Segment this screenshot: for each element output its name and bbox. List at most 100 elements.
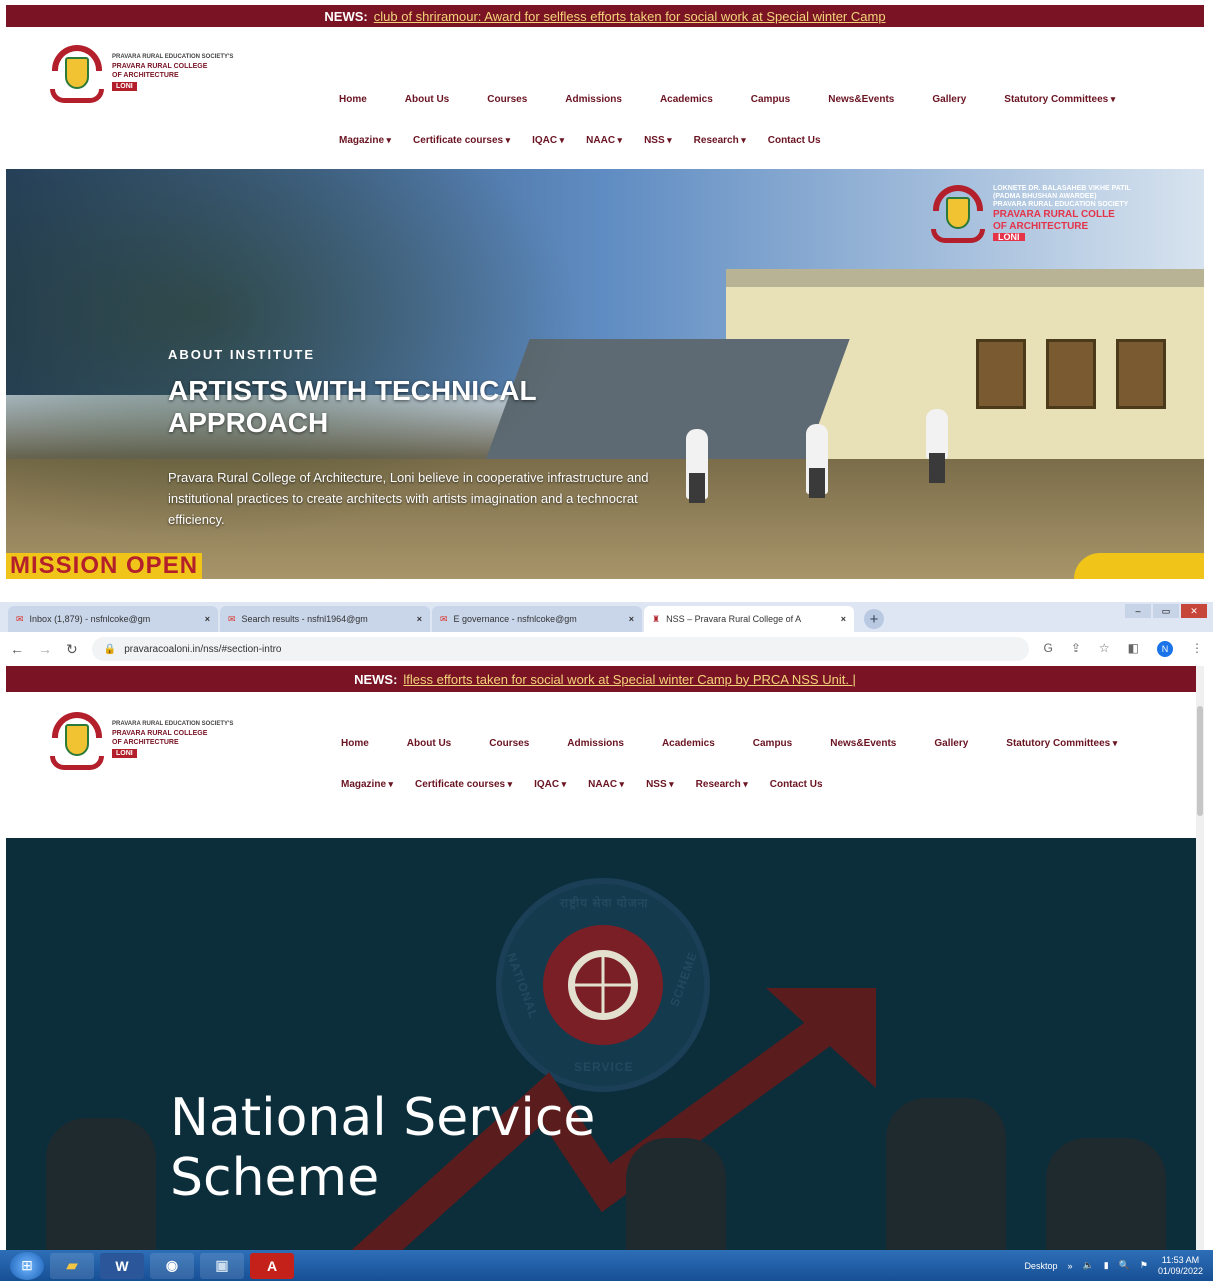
college-emblem-icon <box>931 185 985 247</box>
nav-admissions[interactable]: Admissions <box>565 94 622 105</box>
nav-news-events[interactable]: News&Events <box>830 738 896 749</box>
google-icon[interactable]: G <box>1043 641 1052 657</box>
tab-gmail-search[interactable]: ✉ Search results - nsfnl1964@gm × <box>220 606 430 632</box>
news-link[interactable]: lfless efforts taken for social work at … <box>403 672 856 687</box>
search-tray-icon[interactable]: 🔍 <box>1119 1260 1130 1271</box>
nav-naac[interactable]: NAAC <box>586 135 622 146</box>
nav-home[interactable]: Home <box>341 738 369 749</box>
nav-statutory[interactable]: Statutory Committees <box>1004 94 1115 105</box>
file-explorer-icon[interactable]: ▰ <box>50 1252 94 1279</box>
system-tray: Desktop » 🔈 ▮ 🔍 ⚑ 11:53 AM 01/09/2022 <box>1024 1255 1213 1277</box>
nav-gallery[interactable]: Gallery <box>934 738 968 749</box>
nav-news-events[interactable]: News&Events <box>828 94 894 105</box>
close-tab-icon[interactable]: × <box>841 614 846 624</box>
sidepanel-icon[interactable]: ◧ <box>1128 641 1139 657</box>
tab-nss-active[interactable]: ♜ NSS – Pravara Rural College of A × <box>644 606 854 632</box>
close-tab-icon[interactable]: × <box>629 614 634 624</box>
college-logo[interactable]: PRAVARA RURAL EDUCATION SOCIETY'S PRAVAR… <box>50 45 233 107</box>
news-link[interactable]: club of shriramour: Award for selfless e… <box>374 9 886 24</box>
nav-home[interactable]: Home <box>339 94 367 105</box>
nav-row-2: Magazine Certificate courses IQAC NAAC N… <box>339 135 859 146</box>
nav-campus[interactable]: Campus <box>753 738 792 749</box>
menu-kebab-icon[interactable]: ⋮ <box>1191 641 1203 657</box>
nav-magazine[interactable]: Magazine <box>341 779 393 790</box>
nav-iqac[interactable]: IQAC <box>534 779 566 790</box>
nav-naac[interactable]: NAAC <box>588 779 624 790</box>
close-tab-icon[interactable]: × <box>205 614 210 624</box>
nav-campus[interactable]: Campus <box>751 94 790 105</box>
nav-magazine[interactable]: Magazine <box>339 135 391 146</box>
nav-statutory[interactable]: Statutory Committees <box>1006 738 1117 749</box>
logo-badge: LONI <box>112 749 137 758</box>
nav-courses[interactable]: Courses <box>487 94 527 105</box>
logo-college: PRAVARA RURAL COLLEGE <box>112 63 208 70</box>
nav-certificate[interactable]: Certificate courses <box>413 135 510 146</box>
hero-slider[interactable]: LOKNETE DR. BALASAHEB VIKHE PATIL (PADMA… <box>6 169 1204 579</box>
nav-academics[interactable]: Academics <box>662 738 715 749</box>
logo-society: PRAVARA RURAL EDUCATION SOCIETY'S <box>112 54 234 60</box>
nss-title: National Service Scheme <box>170 1088 596 1208</box>
maximize-icon[interactable]: ▭ <box>1153 604 1179 618</box>
nav-admissions[interactable]: Admissions <box>567 738 624 749</box>
nav-academics[interactable]: Academics <box>660 94 713 105</box>
logo-society: PRAVARA RURAL EDUCATION SOCIETY'S <box>112 721 234 727</box>
raised-hand-icon <box>46 1118 156 1250</box>
tab-gmail-egov[interactable]: ✉ E governance - nsfnlcoke@gm × <box>432 606 642 632</box>
back-icon[interactable]: ← <box>10 641 24 657</box>
tab-gmail-inbox[interactable]: ✉ Inbox (1,879) - nsfnlcoke@gm × <box>8 606 218 632</box>
nss-hero: राष्ट्रीय सेवा योजना NATIONAL SCHEME SER… <box>6 838 1204 1250</box>
share-icon[interactable]: ⇪ <box>1071 641 1081 657</box>
word-icon[interactable]: W <box>100 1252 144 1279</box>
college-logo[interactable]: PRAVARA RURAL EDUCATION SOCIETY'S PRAVAR… <box>50 712 233 774</box>
nav-about[interactable]: About Us <box>405 94 449 105</box>
news-ticker[interactable]: NEWS: club of shriramour: Award for self… <box>6 5 1204 27</box>
mission-open-banner[interactable]: MISSION OPEN <box>6 553 203 579</box>
screenshot-top: NEWS: club of shriramour: Award for self… <box>6 5 1204 579</box>
close-window-icon[interactable]: ✕ <box>1181 604 1207 618</box>
volume-icon[interactable]: 🔈 <box>1082 1260 1093 1271</box>
profile-avatar[interactable]: N <box>1157 641 1173 657</box>
nav-row-1: Home About Us Courses Admissions Academi… <box>339 94 1153 105</box>
minimize-icon[interactable]: – <box>1125 604 1151 618</box>
hero-description: Pravara Rural College of Architecture, L… <box>168 470 649 527</box>
close-tab-icon[interactable]: × <box>417 614 422 624</box>
news-label: NEWS: <box>324 8 368 24</box>
lock-icon: 🔒 <box>103 643 117 655</box>
window-controls: – ▭ ✕ <box>1125 604 1207 618</box>
nav-nss[interactable]: NSS <box>644 135 672 146</box>
nav-contact[interactable]: Contact Us <box>770 779 823 790</box>
reload-icon[interactable]: ↻ <box>66 641 78 658</box>
gmail-icon: ✉ <box>228 613 236 624</box>
hero-title: ARTISTS WITH TECHNICAL APPROACH <box>168 375 537 438</box>
acrobat-icon[interactable]: A <box>250 1252 294 1279</box>
nav-courses[interactable]: Courses <box>489 738 529 749</box>
nav-contact[interactable]: Contact Us <box>768 135 821 146</box>
bookmark-star-icon[interactable]: ☆ <box>1099 641 1110 657</box>
nav-iqac[interactable]: IQAC <box>532 135 564 146</box>
url-input[interactable]: 🔒 pravaracoaloni.in/nss/#section-intro <box>91 637 1030 661</box>
forward-icon[interactable]: → <box>38 641 52 657</box>
nav-nss[interactable]: NSS <box>646 779 674 790</box>
system-clock[interactable]: 11:53 AM 01/09/2022 <box>1158 1255 1203 1277</box>
flag-icon[interactable]: ⚑ <box>1140 1260 1148 1271</box>
nav-about[interactable]: About Us <box>407 738 451 749</box>
person-figure <box>926 409 948 483</box>
nav-research[interactable]: Research <box>696 779 748 790</box>
start-button[interactable]: ⊞ <box>10 1251 44 1280</box>
tray-arrows-icon[interactable]: » <box>1067 1261 1072 1271</box>
new-tab-button[interactable]: + <box>864 609 884 629</box>
media-player-icon[interactable]: ▣ <box>200 1252 244 1279</box>
nav-research[interactable]: Research <box>694 135 746 146</box>
nav-row-2: Magazine Certificate courses IQAC NAAC N… <box>341 779 861 790</box>
news-label: NEWS: <box>354 671 398 687</box>
news-ticker[interactable]: NEWS: lfless efforts taken for social wo… <box>6 666 1204 692</box>
nav-gallery[interactable]: Gallery <box>932 94 966 105</box>
browser-chrome: ✉ Inbox (1,879) - nsfnlcoke@gm × ✉ Search r… <box>0 602 1213 666</box>
person-figure <box>686 429 708 503</box>
desktop-toolbar[interactable]: Desktop <box>1024 1261 1057 1271</box>
college-emblem-icon <box>50 712 104 774</box>
chrome-icon[interactable]: ◉ <box>150 1252 194 1279</box>
network-icon[interactable]: ▮ <box>1104 1260 1109 1271</box>
nav-certificate[interactable]: Certificate courses <box>415 779 512 790</box>
page-scrollbar[interactable] <box>1196 666 1204 1250</box>
